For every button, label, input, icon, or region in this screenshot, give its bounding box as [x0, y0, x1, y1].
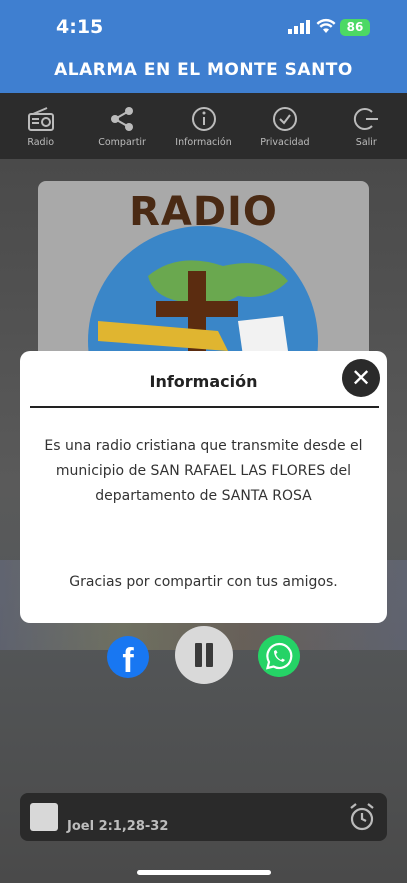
toolbar-radio-label: Radio: [27, 136, 55, 148]
toolbar-exit[interactable]: Salir: [326, 93, 407, 159]
modal-divider: [30, 406, 379, 408]
modal-footer-text: Gracias por compartir con tus amigos.: [69, 574, 338, 590]
wifi-icon: [316, 18, 336, 33]
toolbar-privacy[interactable]: Privacidad: [244, 93, 325, 159]
alarm-clock-icon[interactable]: [347, 802, 377, 832]
battery-indicator: 86: [340, 19, 370, 36]
pause-button[interactable]: [175, 626, 233, 684]
signal-icon: [288, 20, 310, 34]
toolbar-exit-label: Salir: [355, 136, 377, 148]
info-modal: Información ✕ Es una radio cristiana que…: [20, 351, 387, 623]
modal-title: Información: [149, 372, 258, 391]
status-time: 4:15: [56, 16, 104, 38]
toolbar-info[interactable]: Información: [163, 93, 244, 159]
status-bar: 4:15 86: [0, 0, 407, 52]
toolbar-share[interactable]: Compartir: [81, 93, 162, 159]
home-indicator: [137, 870, 271, 875]
mini-player-thumbnail: [30, 803, 58, 831]
close-button[interactable]: ✕: [342, 359, 380, 397]
facebook-share-button[interactable]: f: [107, 636, 149, 678]
share-icon: [111, 106, 134, 131]
app-title: ALARMA EN EL MONTE SANTO: [54, 60, 353, 80]
whatsapp-share-button[interactable]: [258, 635, 300, 677]
exit-icon: [354, 107, 379, 130]
modal-body-text: Es una radio cristiana que transmite des…: [44, 438, 363, 504]
toolbar-radio[interactable]: Radio: [0, 93, 81, 159]
toolbar-privacy-label: Privacidad: [260, 136, 310, 148]
mini-player-title: Joel 2:1,28-32: [67, 819, 169, 834]
mini-player[interactable]: Joel 2:1,28-32: [20, 793, 387, 841]
info-icon: [191, 106, 216, 131]
radio-icon: [27, 106, 54, 131]
toolbar-share-label: Compartir: [98, 136, 146, 148]
toolbar: Radio Compartir Información Privacidad S…: [0, 93, 407, 159]
check-circle-icon: [272, 106, 297, 131]
header-bar: 4:15 86 ALARMA EN EL MONTE SANTO: [0, 0, 407, 93]
toolbar-info-label: Información: [175, 136, 232, 148]
social-controls: f: [0, 626, 407, 686]
